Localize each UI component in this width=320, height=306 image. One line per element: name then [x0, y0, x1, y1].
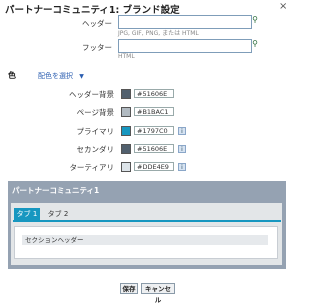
dialog-title: パートナーコミュニティ1: ブランド設定: [5, 5, 180, 16]
color-scheme-link[interactable]: 配色を選択 ▼: [38, 71, 84, 81]
info-icon[interactable]: i: [178, 163, 186, 171]
preview-section-header: セクションヘッダー: [22, 235, 268, 245]
preview-title: パートナーコミュニティ1: [12, 186, 100, 195]
color-row-label: ページ背景: [76, 108, 114, 117]
dropdown-arrow-icon: ▼: [79, 73, 84, 80]
color-swatch[interactable]: [121, 126, 131, 136]
cancel-button[interactable]: キャンセル: [141, 283, 175, 304]
info-icon[interactable]: i: [178, 145, 186, 153]
lookup-icon[interactable]: ⚲: [250, 15, 260, 25]
color-swatch[interactable]: [121, 107, 131, 117]
color-hex-input[interactable]: #B1BAC1: [134, 107, 174, 116]
header-label: ヘッダー: [82, 19, 112, 28]
color-row-label: プライマリ: [76, 127, 115, 136]
color-hex-input[interactable]: #51606E: [134, 89, 174, 98]
preview-tab-1[interactable]: タブ 1: [14, 208, 40, 220]
color-swatch[interactable]: [121, 89, 131, 99]
info-icon[interactable]: i: [178, 127, 186, 135]
footer-label: フッター: [82, 43, 112, 52]
header-hint: JPG, GIF, PNG, または HTML: [118, 30, 199, 37]
color-swatch[interactable]: [121, 144, 131, 154]
colors-section-label: 色: [8, 71, 16, 80]
lookup-icon[interactable]: ⚲: [250, 39, 260, 49]
color-hex-input[interactable]: #1797C0: [134, 126, 174, 135]
color-hex-input[interactable]: #51606E: [134, 144, 174, 153]
preview-tab-2[interactable]: タブ 2: [44, 208, 72, 220]
header-input[interactable]: [118, 15, 252, 29]
color-row-label: ターティアリ: [69, 163, 114, 172]
footer-input[interactable]: [118, 39, 252, 53]
close-icon[interactable]: ×: [279, 1, 287, 12]
preview-tab-underline: [13, 220, 281, 222]
color-row-label: セカンダリ: [76, 145, 115, 154]
color-row-label: ヘッダー背景: [69, 90, 114, 99]
footer-hint: HTML: [118, 53, 135, 60]
color-hex-input[interactable]: #DDE4E9: [134, 162, 174, 171]
color-swatch[interactable]: [121, 162, 131, 172]
color-scheme-link-label: 配色を選択: [38, 72, 73, 80]
save-button[interactable]: 保存: [120, 283, 138, 294]
